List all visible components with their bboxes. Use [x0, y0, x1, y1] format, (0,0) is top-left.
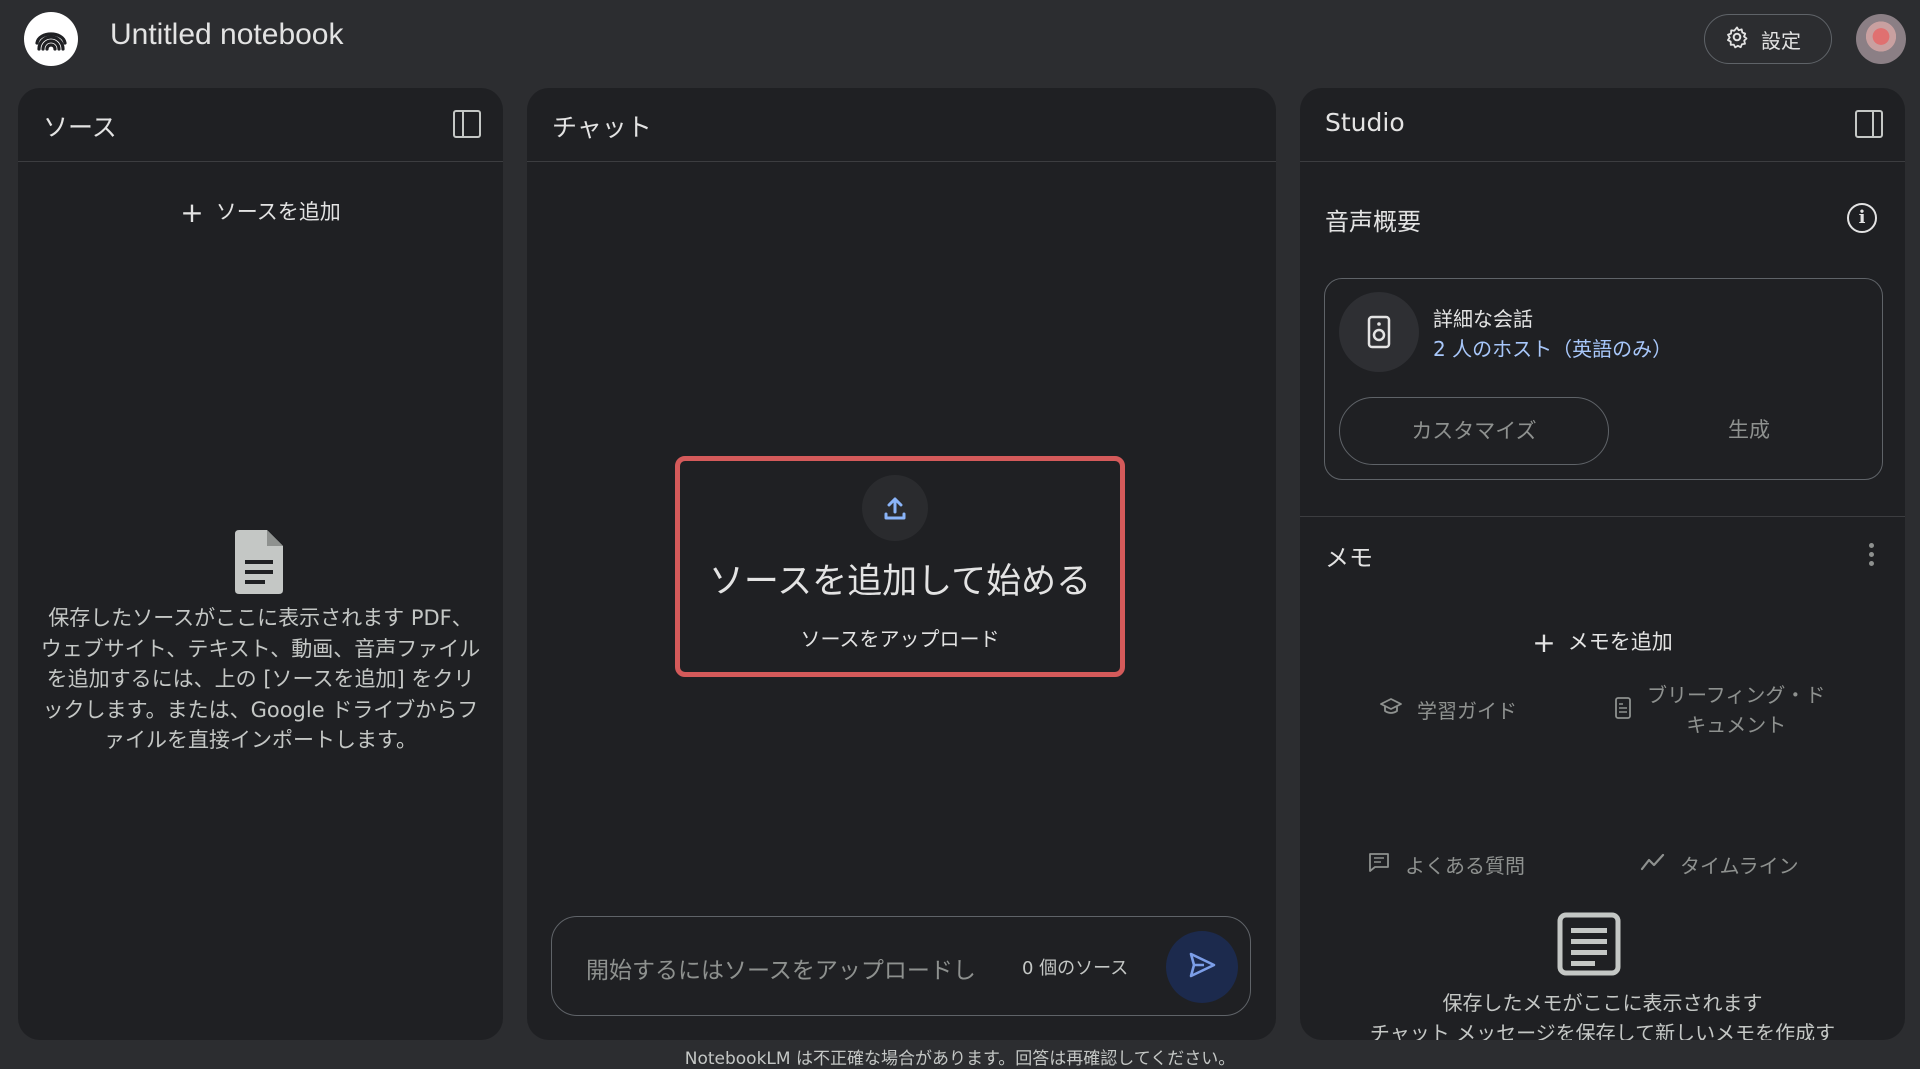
- more-options-icon[interactable]: [1869, 543, 1875, 570]
- studio-panel: Studio 音声概要 i 詳細な会話 2 人のホスト（英語のみ） カスタマイズ…: [1300, 88, 1905, 1040]
- chat-panel: チャット ソースを追加して始める ソースをアップロード 開始するにはソースをアッ…: [527, 88, 1276, 1040]
- note-icon: [1557, 912, 1621, 976]
- sources-panel-title: ソース: [43, 113, 117, 142]
- chat-input-box[interactable]: 開始するにはソースをアップロードし 0 個のソース: [551, 916, 1251, 1016]
- timeline-icon: [1640, 850, 1666, 879]
- briefing-document-button[interactable]: ブリーフィング・ド キュメント: [1613, 680, 1825, 740]
- upload-source-link[interactable]: ソースをアップロード: [680, 623, 1120, 652]
- memo-empty-line1: 保存したメモがここに表示されます: [1442, 991, 1763, 1015]
- memo-empty-text: 保存したメモがここに表示されます チャット メッセージを保存して新しいメモを作成…: [1300, 988, 1905, 1040]
- collapse-panel-icon[interactable]: [1855, 110, 1883, 138]
- study-guide-button[interactable]: 学習ガイド: [1379, 695, 1517, 724]
- source-count: 0 個のソース: [1022, 958, 1129, 979]
- timeline-label: タイムライン: [1680, 854, 1799, 878]
- plus-icon: +: [1532, 626, 1556, 659]
- timeline-button[interactable]: タイムライン: [1640, 850, 1799, 879]
- document-icon: [231, 526, 287, 598]
- collapse-panel-icon[interactable]: [453, 110, 481, 138]
- briefing-label-line1: ブリーフィング・ド: [1647, 683, 1826, 707]
- footer-disclaimer: NotebookLM は不正確な場合があります。回答は再確認してください。: [684, 1049, 1236, 1069]
- audio-overview-card: 詳細な会話 2 人のホスト（英語のみ） カスタマイズ 生成: [1324, 278, 1883, 480]
- add-memo-button[interactable]: + メモを追加: [1300, 626, 1905, 659]
- notebook-title[interactable]: Untitled notebook: [110, 18, 344, 52]
- send-icon: [1186, 949, 1218, 985]
- customize-button[interactable]: カスタマイズ: [1339, 397, 1609, 465]
- sources-panel-header: ソース: [18, 88, 503, 162]
- sources-panel: ソース + ソースを追加 保存したソースがここに表示されます PDF、ウェブサイト…: [18, 88, 503, 1040]
- settings-button[interactable]: 設定: [1704, 14, 1832, 64]
- studio-panel-header: Studio: [1300, 88, 1905, 162]
- gear-icon: [1725, 25, 1749, 54]
- upload-title: ソースを追加して始める: [708, 562, 1092, 602]
- faq-icon: [1367, 850, 1391, 879]
- chat-panel-header: チャット: [527, 88, 1276, 162]
- document-icon: [1613, 696, 1633, 725]
- faq-button[interactable]: よくある質問: [1367, 850, 1525, 879]
- generate-button[interactable]: 生成: [1629, 397, 1869, 465]
- notebooklm-logo-icon[interactable]: [24, 12, 78, 66]
- add-source-label: ソースを追加: [215, 200, 341, 224]
- audio-overview-title: 音声概要: [1325, 208, 1421, 236]
- chat-panel-title: チャット: [552, 113, 652, 142]
- chat-input-placeholder[interactable]: 開始するにはソースをアップロードし: [586, 951, 976, 985]
- studio-panel-title: Studio: [1325, 108, 1405, 137]
- upload-source-box[interactable]: ソースを追加して始める ソースをアップロード: [675, 456, 1125, 677]
- memo-title: メモ: [1325, 544, 1373, 572]
- app-header: Untitled notebook 設定: [0, 0, 1920, 82]
- add-source-button[interactable]: + ソースを追加: [18, 196, 503, 229]
- upload-icon[interactable]: [862, 475, 928, 541]
- briefing-label-line2: キュメント: [1686, 713, 1787, 737]
- sources-empty-text: 保存したソースがここに表示されます PDF、ウェブサイト、テキスト、動画、音声フ…: [40, 606, 481, 752]
- audio-card-subtitle: 2 人のホスト（英語のみ）: [1433, 337, 1673, 361]
- settings-label: 設定: [1761, 28, 1801, 53]
- study-guide-label: 学習ガイド: [1417, 699, 1517, 723]
- send-button[interactable]: [1166, 931, 1238, 1003]
- graduation-cap-icon: [1379, 695, 1403, 724]
- plus-icon: +: [180, 196, 204, 229]
- speaker-icon: [1339, 292, 1419, 372]
- add-memo-label: メモを追加: [1567, 630, 1673, 654]
- faq-label: よくある質問: [1405, 854, 1525, 878]
- avatar[interactable]: [1856, 14, 1906, 64]
- info-icon[interactable]: i: [1847, 203, 1877, 233]
- divider: [1300, 516, 1905, 517]
- audio-card-title: 詳細な会話: [1433, 307, 1533, 331]
- memo-empty-line2: チャット メッセージを保存して新しいメモを作成す: [1369, 1021, 1836, 1040]
